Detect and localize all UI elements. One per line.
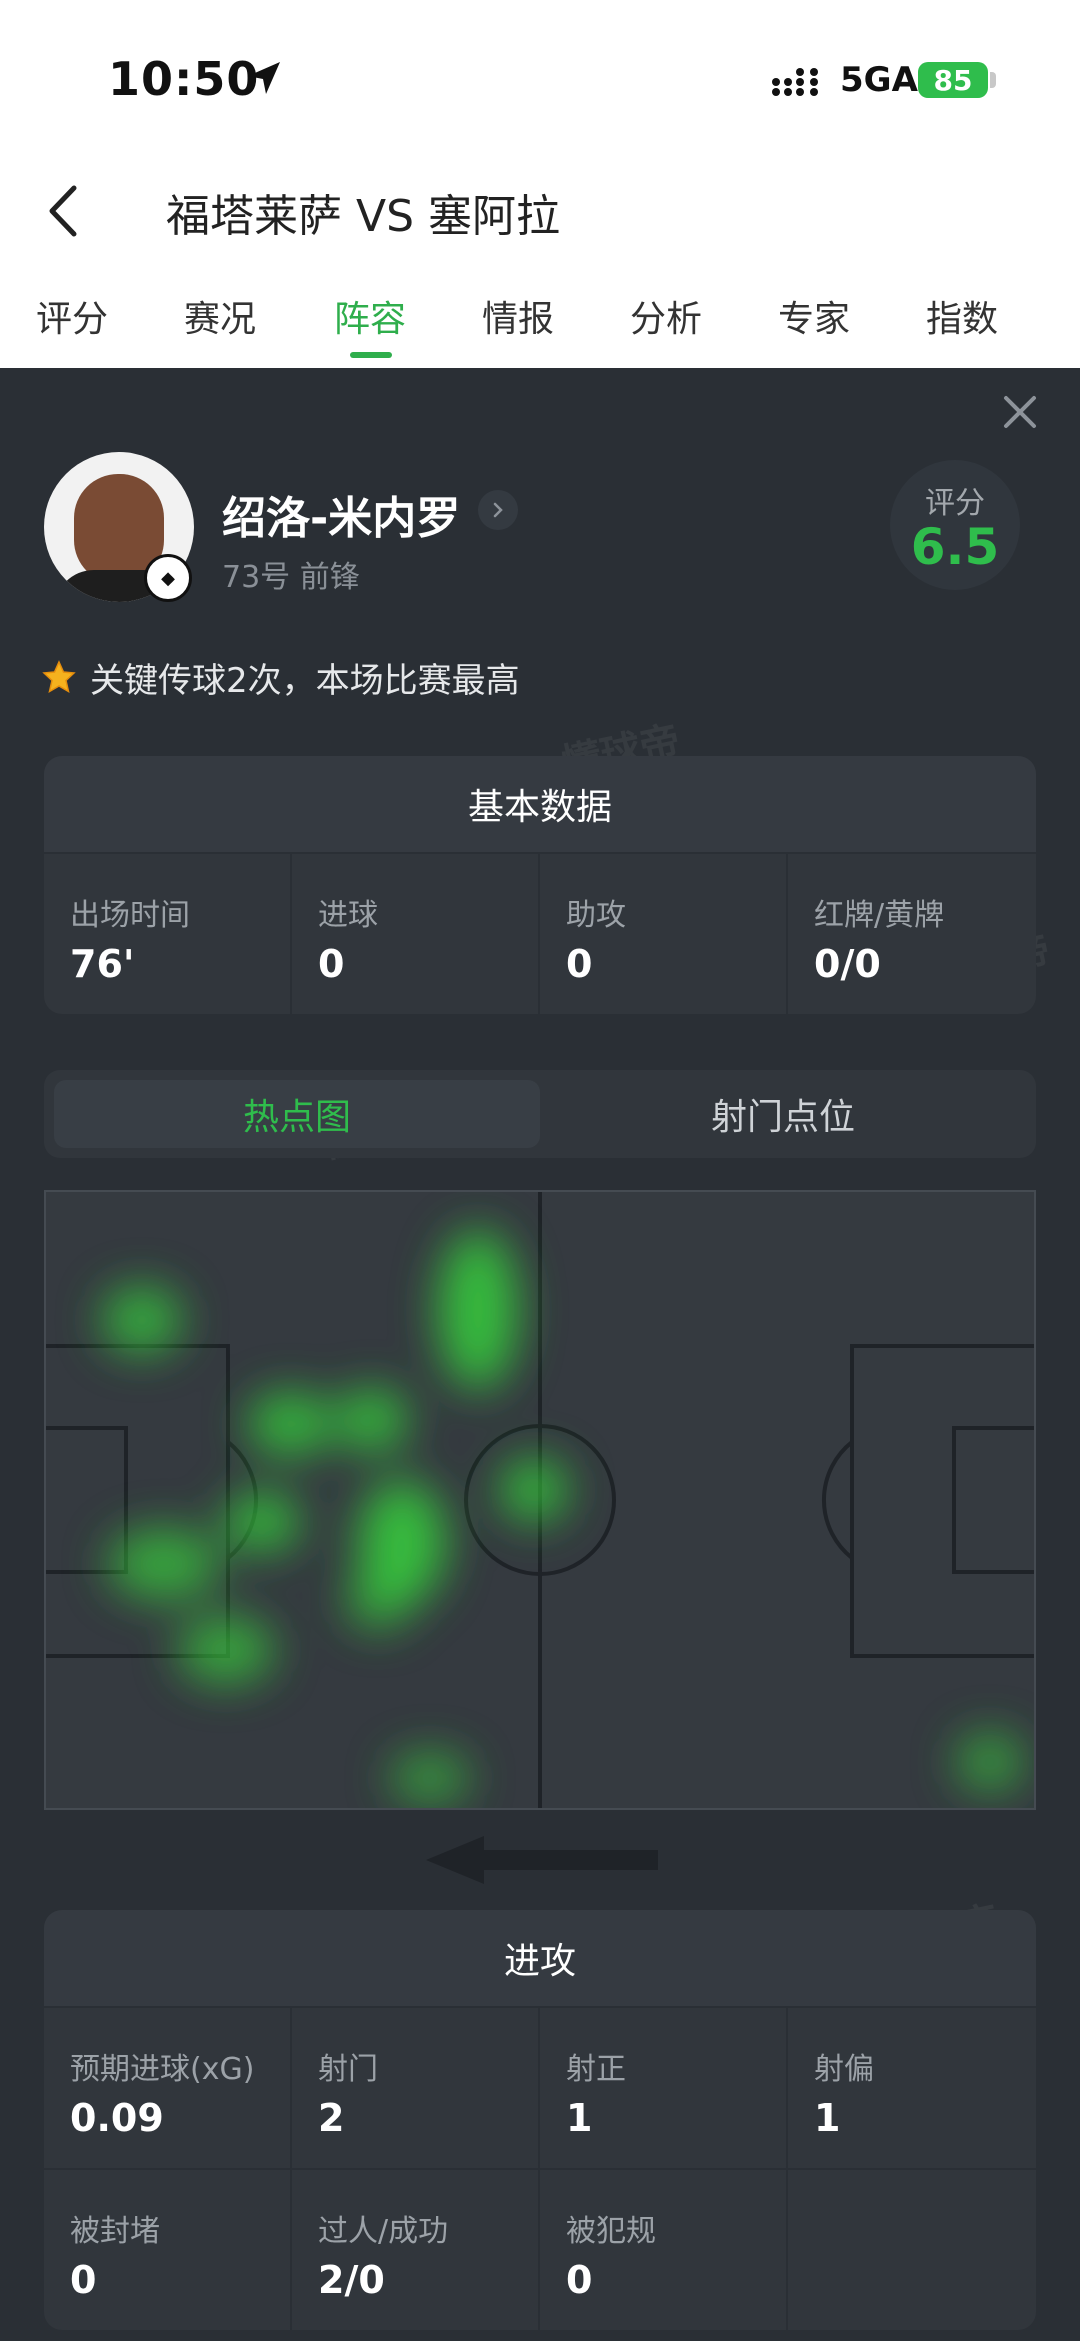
attack-direction-arrow-icon [426,1836,658,1884]
stat-label: 红牌/黄牌 [814,898,945,933]
stat-cell: 进球 0 [292,852,540,1014]
map-tab-switch: 热点图 射门点位 [44,1070,1036,1158]
stat-label: 射门 [318,2052,378,2087]
club-badge-icon: ◆ [144,554,192,602]
tab-shot-map[interactable]: 射门点位 [540,1080,1026,1148]
rating-label: 评分 [925,486,985,521]
rating-badge: 评分 6.5 [890,460,1020,590]
tab-lineup[interactable]: 阵容 [334,290,406,342]
page-title: 福塔莱萨 VS 塞阿拉 [166,191,561,242]
attack-stats-title: 进攻 [44,1910,1036,2006]
player-number-position: 73号 前锋 [222,560,360,595]
tab-heatmap[interactable]: 热点图 [54,1080,540,1148]
close-icon[interactable] [1000,392,1040,432]
stat-cell: 预期进球(xG) 0.09 [44,2006,292,2168]
stat-cell-empty [788,2168,1036,2330]
stat-cell: 被犯规 0 [540,2168,788,2330]
player-name[interactable]: 绍洛-米内罗 [222,482,460,546]
tab-experts[interactable]: 专家 [778,290,850,342]
stat-label: 预期进球(xG) [70,2052,255,2087]
attack-stats-grid: 预期进球(xG) 0.09 射门 2 射正 1 射偏 1 被封堵 0 过人/成功… [44,2006,1036,2330]
stat-value: 1 [814,2096,841,2140]
battery-icon: 85 [918,62,988,98]
stat-value: 2/0 [318,2258,385,2302]
stat-value: 0 [318,942,345,986]
stat-value: 0/0 [814,942,881,986]
tab-odds[interactable]: 指数 [926,290,998,342]
tab-bar: 评分 赛况 阵容 情报 分析 专家 指数 [0,282,1080,362]
stat-cell: 射正 1 [540,2006,788,2168]
stat-cell: 射偏 1 [788,2006,1036,2168]
heatmap-svg [46,1192,1034,1808]
chevron-right-icon[interactable] [478,490,518,530]
stat-label: 被犯规 [566,2214,656,2249]
tab-rating[interactable]: 评分 [36,290,108,342]
stat-cell: 红牌/黄牌 0/0 [788,852,1036,1014]
stat-cell: 出场时间 76' [44,852,292,1014]
tab-live[interactable]: 赛况 [184,290,256,342]
nav-bar: 福塔莱萨 VS 塞阿拉 [0,160,1080,260]
tab-analysis[interactable]: 分析 [630,290,702,342]
stat-label: 助攻 [566,898,626,933]
stat-value: 0 [566,942,593,986]
battery-nub [990,72,996,88]
stat-value: 2 [318,2096,345,2140]
player-highlight: 关键传球2次，本场比赛最高 [42,654,520,701]
stat-value: 76' [70,942,135,986]
stat-label: 射偏 [814,2052,874,2087]
stat-label: 出场时间 [70,898,190,933]
basic-stats-grid: 出场时间 76' 进球 0 助攻 0 红牌/黄牌 0/0 [44,852,1036,1014]
basic-stats-title: 基本数据 [44,756,1036,852]
signal-icon [772,68,818,96]
heatmap-pitch [44,1190,1036,1810]
active-tab-indicator [350,352,392,358]
star-icon [42,660,76,694]
chevron-left-icon[interactable] [40,180,90,242]
basic-stats-card: 基本数据 出场时间 76' 进球 0 助攻 0 红牌/黄牌 0/0 [44,756,1036,1014]
stat-cell: 被封堵 0 [44,2168,292,2330]
stat-value: 1 [566,2096,593,2140]
stat-cell: 射门 2 [292,2006,540,2168]
stat-value: 0.09 [70,2096,164,2140]
network-label: 5GA [840,60,918,100]
highlight-text: 关键传球2次，本场比赛最高 [90,660,520,701]
stat-label: 进球 [318,898,378,933]
heat-zones [102,1230,1024,1804]
location-arrow-icon [248,62,280,94]
status-time: 10:50 [108,52,260,106]
stat-label: 射正 [566,2052,626,2087]
rating-value: 6.5 [910,518,1000,576]
stat-cell: 助攻 0 [540,852,788,1014]
tab-intel[interactable]: 情报 [482,290,554,342]
top-bar: 10:50 5GA 85 福塔莱萨 VS 塞阿拉 评分 赛况 阵容 情报 分析 … [0,0,1080,368]
status-bar: 10:50 5GA 85 [0,0,1080,160]
stat-cell: 过人/成功 2/0 [292,2168,540,2330]
stat-label: 被封堵 [70,2214,160,2249]
stat-value: 0 [70,2258,97,2302]
attack-stats-card: 进攻 预期进球(xG) 0.09 射门 2 射正 1 射偏 1 被封堵 0 过人… [44,1910,1036,2330]
stat-value: 0 [566,2258,593,2302]
stat-label: 过人/成功 [318,2214,449,2249]
